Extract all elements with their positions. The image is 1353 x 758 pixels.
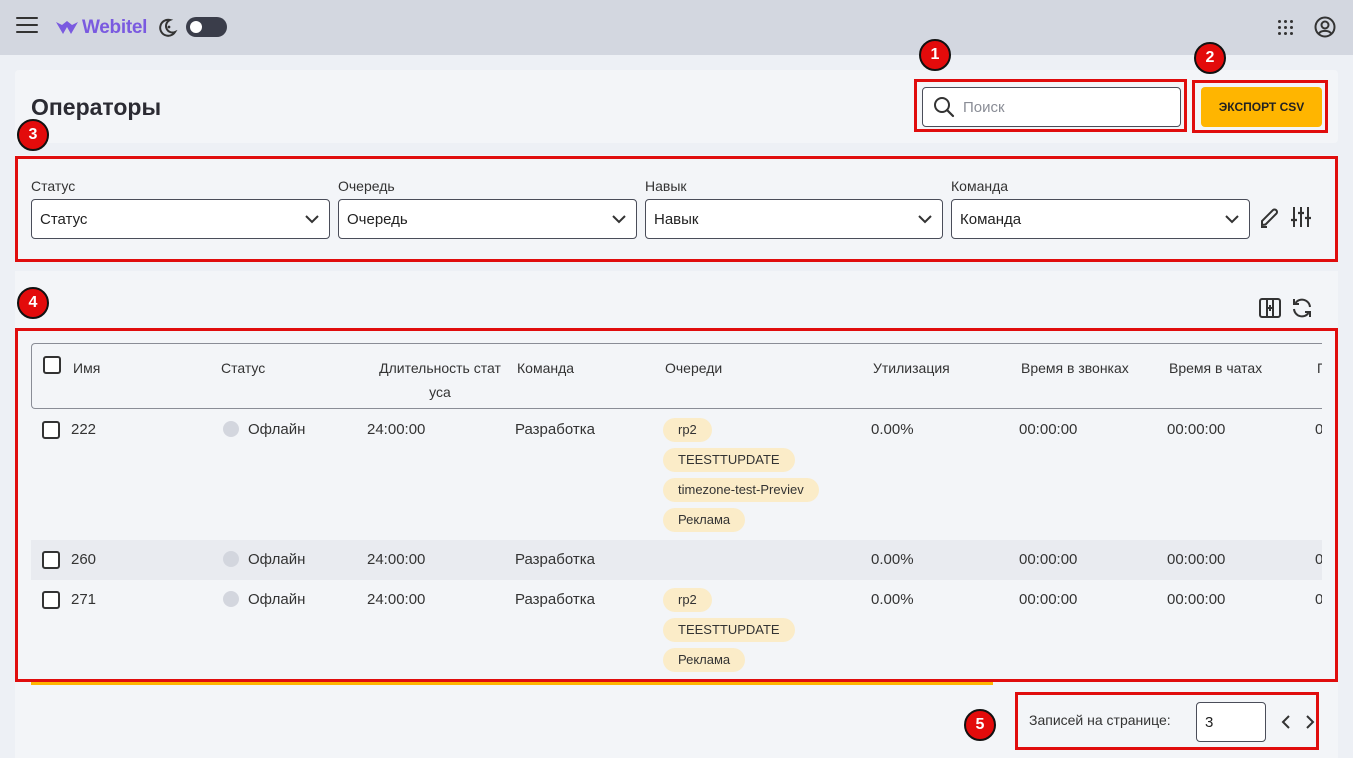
menu-icon[interactable] [16, 17, 38, 35]
annotation-box-1 [914, 79, 1187, 132]
table-tools [1258, 296, 1314, 320]
annotation-box-5 [1015, 692, 1319, 750]
column-select-icon[interactable] [1258, 296, 1282, 320]
horizontal-scrollbar[interactable] [31, 682, 993, 685]
logo-text: Webitel [82, 17, 148, 38]
annotation-badge-2: 2 [1194, 42, 1226, 74]
toggle-knob [190, 21, 202, 33]
webitel-logo-mark [56, 21, 78, 34]
theme-toggle[interactable] [186, 17, 227, 37]
annotation-badge-4: 4 [17, 287, 49, 319]
annotation-badge-1: 1 [919, 39, 951, 71]
annotation-box-2 [1192, 80, 1328, 133]
webitel-logo[interactable]: Webitel [55, 17, 147, 39]
annotation-box-4 [15, 328, 1338, 682]
annotation-badge-5: 5 [964, 709, 996, 741]
annotation-badge-3: 3 [17, 119, 49, 151]
refresh-icon[interactable] [1290, 296, 1314, 320]
account-icon[interactable] [1314, 16, 1336, 38]
page-title: Операторы [31, 94, 162, 120]
annotation-box-3 [15, 156, 1338, 262]
apps-grid-icon[interactable] [1278, 20, 1294, 36]
moon-icon [159, 18, 178, 37]
